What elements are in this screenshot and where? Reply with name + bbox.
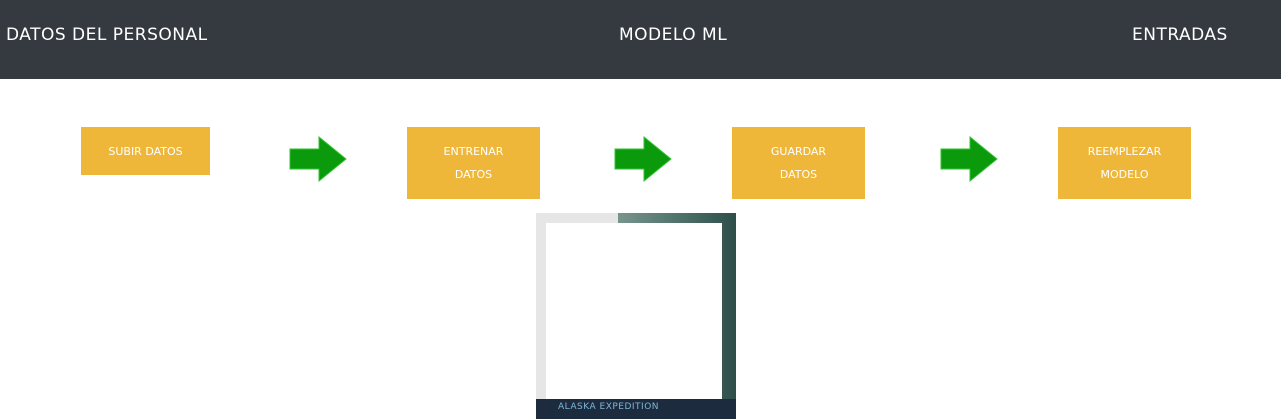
- arrow-right-icon: [940, 136, 998, 182]
- nav-datos-del-personal[interactable]: DATOS DEL PERSONAL: [6, 25, 208, 45]
- webcam-frame-left: [536, 213, 546, 419]
- guardar-label-line2: DATOS: [779, 168, 818, 181]
- nav-entradas[interactable]: ENTRADAS: [1132, 25, 1228, 45]
- reemplazar-modelo-button[interactable]: REEMPLEZAR MODELO: [1058, 127, 1191, 199]
- guardar-datos-button[interactable]: GUARDAR DATOS: [732, 127, 865, 199]
- webcam-frame-top: [536, 213, 618, 223]
- subir-datos-button[interactable]: SUBIR DATOS: [81, 127, 210, 175]
- reemplazar-label-line1: REEMPLEZAR: [1087, 145, 1162, 158]
- top-navbar: DATOS DEL PERSONAL MODELO ML ENTRADAS: [0, 0, 1281, 79]
- face-detection-box: [546, 223, 722, 399]
- guardar-label-line1: GUARDAR: [770, 145, 827, 158]
- reemplazar-label-line2: MODELO: [1100, 168, 1149, 181]
- arrow-right-icon: [614, 136, 672, 182]
- subir-datos-label: SUBIR DATOS: [108, 144, 183, 158]
- arrow-right-icon: [289, 136, 347, 182]
- entrenar-label-line1: ENTRENAR: [443, 145, 504, 158]
- entrenar-datos-button[interactable]: ENTRENAR DATOS: [407, 127, 540, 199]
- entrenar-label-line2: DATOS: [454, 168, 493, 181]
- webcam-feed: ALASKA EXPEDITION: [536, 213, 736, 419]
- webcam-shirt-text: ALASKA EXPEDITION: [558, 402, 660, 412]
- nav-modelo-ml[interactable]: MODELO ML: [619, 25, 727, 45]
